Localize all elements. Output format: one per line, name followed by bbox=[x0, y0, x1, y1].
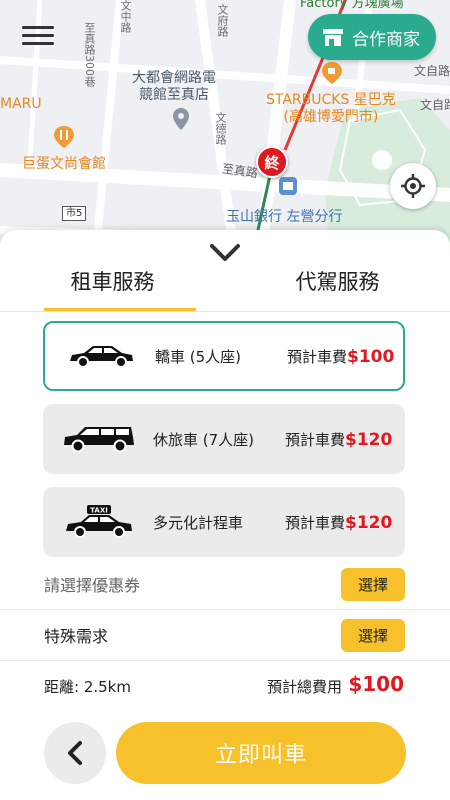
map-road-label: 文中路 bbox=[119, 0, 132, 33]
store-icon bbox=[322, 27, 344, 47]
special-request-label: 特殊需求 bbox=[44, 627, 109, 646]
menu-icon bbox=[22, 26, 54, 45]
taxi-icon: TAXI bbox=[53, 502, 145, 542]
divider bbox=[0, 660, 450, 661]
booking-sheet: 租車服務 代駕服務 轎車 (5人座) 預計車費$100 休旅車 (7人座) 預計… bbox=[0, 230, 450, 800]
fare-summary: 距離: 2.5km 預計總費用 $100 bbox=[0, 670, 450, 700]
map-pin-icon bbox=[173, 108, 189, 130]
vehicle-option-suv[interactable]: 休旅車 (7人座) 預計車費$120 bbox=[43, 404, 405, 474]
vehicle-option-sedan[interactable]: 轎車 (5人座) 預計車費$100 bbox=[43, 321, 405, 391]
map-road-label: 文德路 bbox=[214, 112, 227, 145]
map-poi-starbucks: STARBUCKS 星巴克 (高雄博愛門市) bbox=[266, 92, 396, 125]
restaurant-pin-icon bbox=[54, 126, 74, 148]
destination-marker: 終 bbox=[256, 146, 288, 178]
road-shield: 市5 bbox=[62, 206, 87, 221]
map-poi-restaurant: 巨蛋文尚會館 bbox=[22, 156, 106, 172]
map-poi-maru: MARU bbox=[0, 96, 42, 112]
tab-car-rental[interactable]: 租車服務 bbox=[0, 262, 225, 311]
map-poi-bank: 玉山銀行 左營分行 bbox=[226, 209, 343, 225]
coupon-label: 請選擇優惠券 bbox=[44, 576, 141, 595]
vehicle-fee: 預計車費$120 bbox=[285, 512, 393, 533]
coupon-row: 請選擇優惠券 選擇 bbox=[0, 559, 450, 609]
vehicle-name: 休旅車 (7人座) bbox=[153, 430, 255, 449]
vehicle-price: $120 bbox=[345, 512, 393, 533]
map-poi-network: 大都會網路電 競館至真店 bbox=[132, 70, 216, 103]
tab-designated-driver[interactable]: 代駕服務 bbox=[225, 262, 450, 311]
select-coupon-button[interactable]: 選擇 bbox=[341, 567, 405, 601]
map-road-label: 文自路 bbox=[414, 64, 450, 78]
partner-label: 合作商家 bbox=[352, 29, 420, 50]
map-road-label: 文府路 bbox=[216, 4, 229, 37]
menu-button[interactable] bbox=[22, 26, 54, 52]
taxi-sign-text: TAXI bbox=[90, 507, 108, 515]
partner-store-button[interactable]: 合作商家 bbox=[308, 14, 436, 60]
bank-pin-icon bbox=[278, 176, 298, 196]
sedan-icon bbox=[55, 336, 147, 376]
suv-icon bbox=[53, 419, 145, 459]
vehicle-name: 轎車 (5人座) bbox=[155, 347, 242, 366]
map-road-label: 文自路 bbox=[420, 98, 450, 112]
total-fare-label: 預計總費用 bbox=[266, 678, 342, 696]
back-button[interactable] bbox=[44, 722, 106, 784]
vehicle-price: $100 bbox=[347, 346, 395, 367]
select-special-request-button[interactable]: 選擇 bbox=[341, 618, 405, 652]
crosshair-icon bbox=[401, 174, 425, 198]
map-road-label: 至真路300巷 bbox=[83, 22, 96, 87]
vehicle-name: 多元化計程車 bbox=[153, 513, 244, 532]
vehicle-option-taxi[interactable]: TAXI 多元化計程車 預計車費$120 bbox=[43, 487, 405, 557]
map-poi-factory: Factory 方塊廣場 bbox=[300, 0, 404, 11]
special-request-row: 特殊需求 選擇 bbox=[0, 610, 450, 660]
vehicle-fee: 預計車費$100 bbox=[287, 346, 395, 367]
chevron-left-icon bbox=[68, 741, 82, 765]
map-view[interactable]: Factory 方塊廣場 至真路300巷 文中路 文德路 文府路 至真路 文自路… bbox=[0, 0, 450, 260]
call-car-button[interactable]: 立即叫車 bbox=[116, 722, 406, 784]
locate-button[interactable] bbox=[390, 163, 436, 209]
distance-text: 距離: 2.5km bbox=[44, 678, 131, 696]
vehicle-price: $120 bbox=[345, 429, 393, 450]
vehicle-fee: 預計車費$120 bbox=[285, 429, 393, 450]
service-tabs: 租車服務 代駕服務 bbox=[0, 262, 450, 312]
cafe-pin-icon bbox=[322, 62, 342, 84]
total-fare-price: $100 bbox=[348, 672, 404, 696]
